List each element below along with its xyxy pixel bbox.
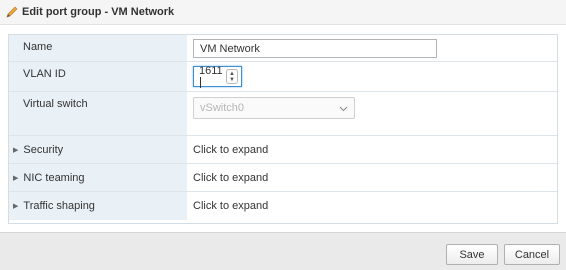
traffic-shaping-expand[interactable]: Click to expand [187, 192, 557, 220]
vlan-id-input[interactable]: 1611 ▲ ▼ [193, 64, 242, 89]
dialog-titlebar: Edit port group - VM Network [0, 0, 566, 25]
vswitch-label: Virtual switch [9, 92, 187, 135]
caret-right-icon: ▶ [13, 203, 19, 210]
vlan-id-value: 1611 [199, 64, 223, 77]
traffic-shaping-row[interactable]: ▶ Traffic shaping Click to expand [9, 192, 557, 220]
cancel-button[interactable]: Cancel [504, 244, 560, 265]
vswitch-select[interactable]: vSwitch0 [193, 97, 355, 119]
vlan-label: VLAN ID [9, 62, 187, 91]
text-cursor [200, 77, 201, 89]
nic-teaming-row[interactable]: ▶ NIC teaming Click to expand [9, 164, 557, 192]
vswitch-value: vSwitch0 [200, 102, 245, 114]
name-row: Name [9, 35, 557, 62]
chevron-down-icon [339, 106, 348, 112]
security-label: Security [23, 143, 64, 156]
traffic-shaping-label: Traffic shaping [23, 200, 95, 212]
dialog-footer: Save Cancel [0, 232, 566, 270]
save-button[interactable]: Save [446, 244, 498, 265]
name-label: Name [9, 35, 187, 61]
security-row[interactable]: ▶ Security Click to expand [9, 136, 557, 164]
nic-teaming-label: NIC teaming [23, 171, 85, 184]
pencil-icon [5, 5, 19, 19]
security-expand[interactable]: Click to expand [187, 136, 557, 163]
nic-teaming-expand[interactable]: Click to expand [187, 164, 557, 191]
spinner-down-icon[interactable]: ▼ [229, 77, 235, 83]
vswitch-row: Virtual switch vSwitch0 [9, 92, 557, 136]
dialog-title: Edit port group - VM Network [22, 6, 175, 18]
port-group-form: Name VLAN ID 1611 ▲ ▼ Virtual switch vSw… [8, 34, 558, 224]
vlan-row: VLAN ID 1611 ▲ ▼ [9, 62, 557, 92]
name-input[interactable] [193, 39, 437, 58]
caret-right-icon: ▶ [13, 146, 19, 154]
vlan-spinner[interactable]: ▲ ▼ [226, 69, 238, 84]
caret-right-icon: ▶ [13, 174, 19, 182]
